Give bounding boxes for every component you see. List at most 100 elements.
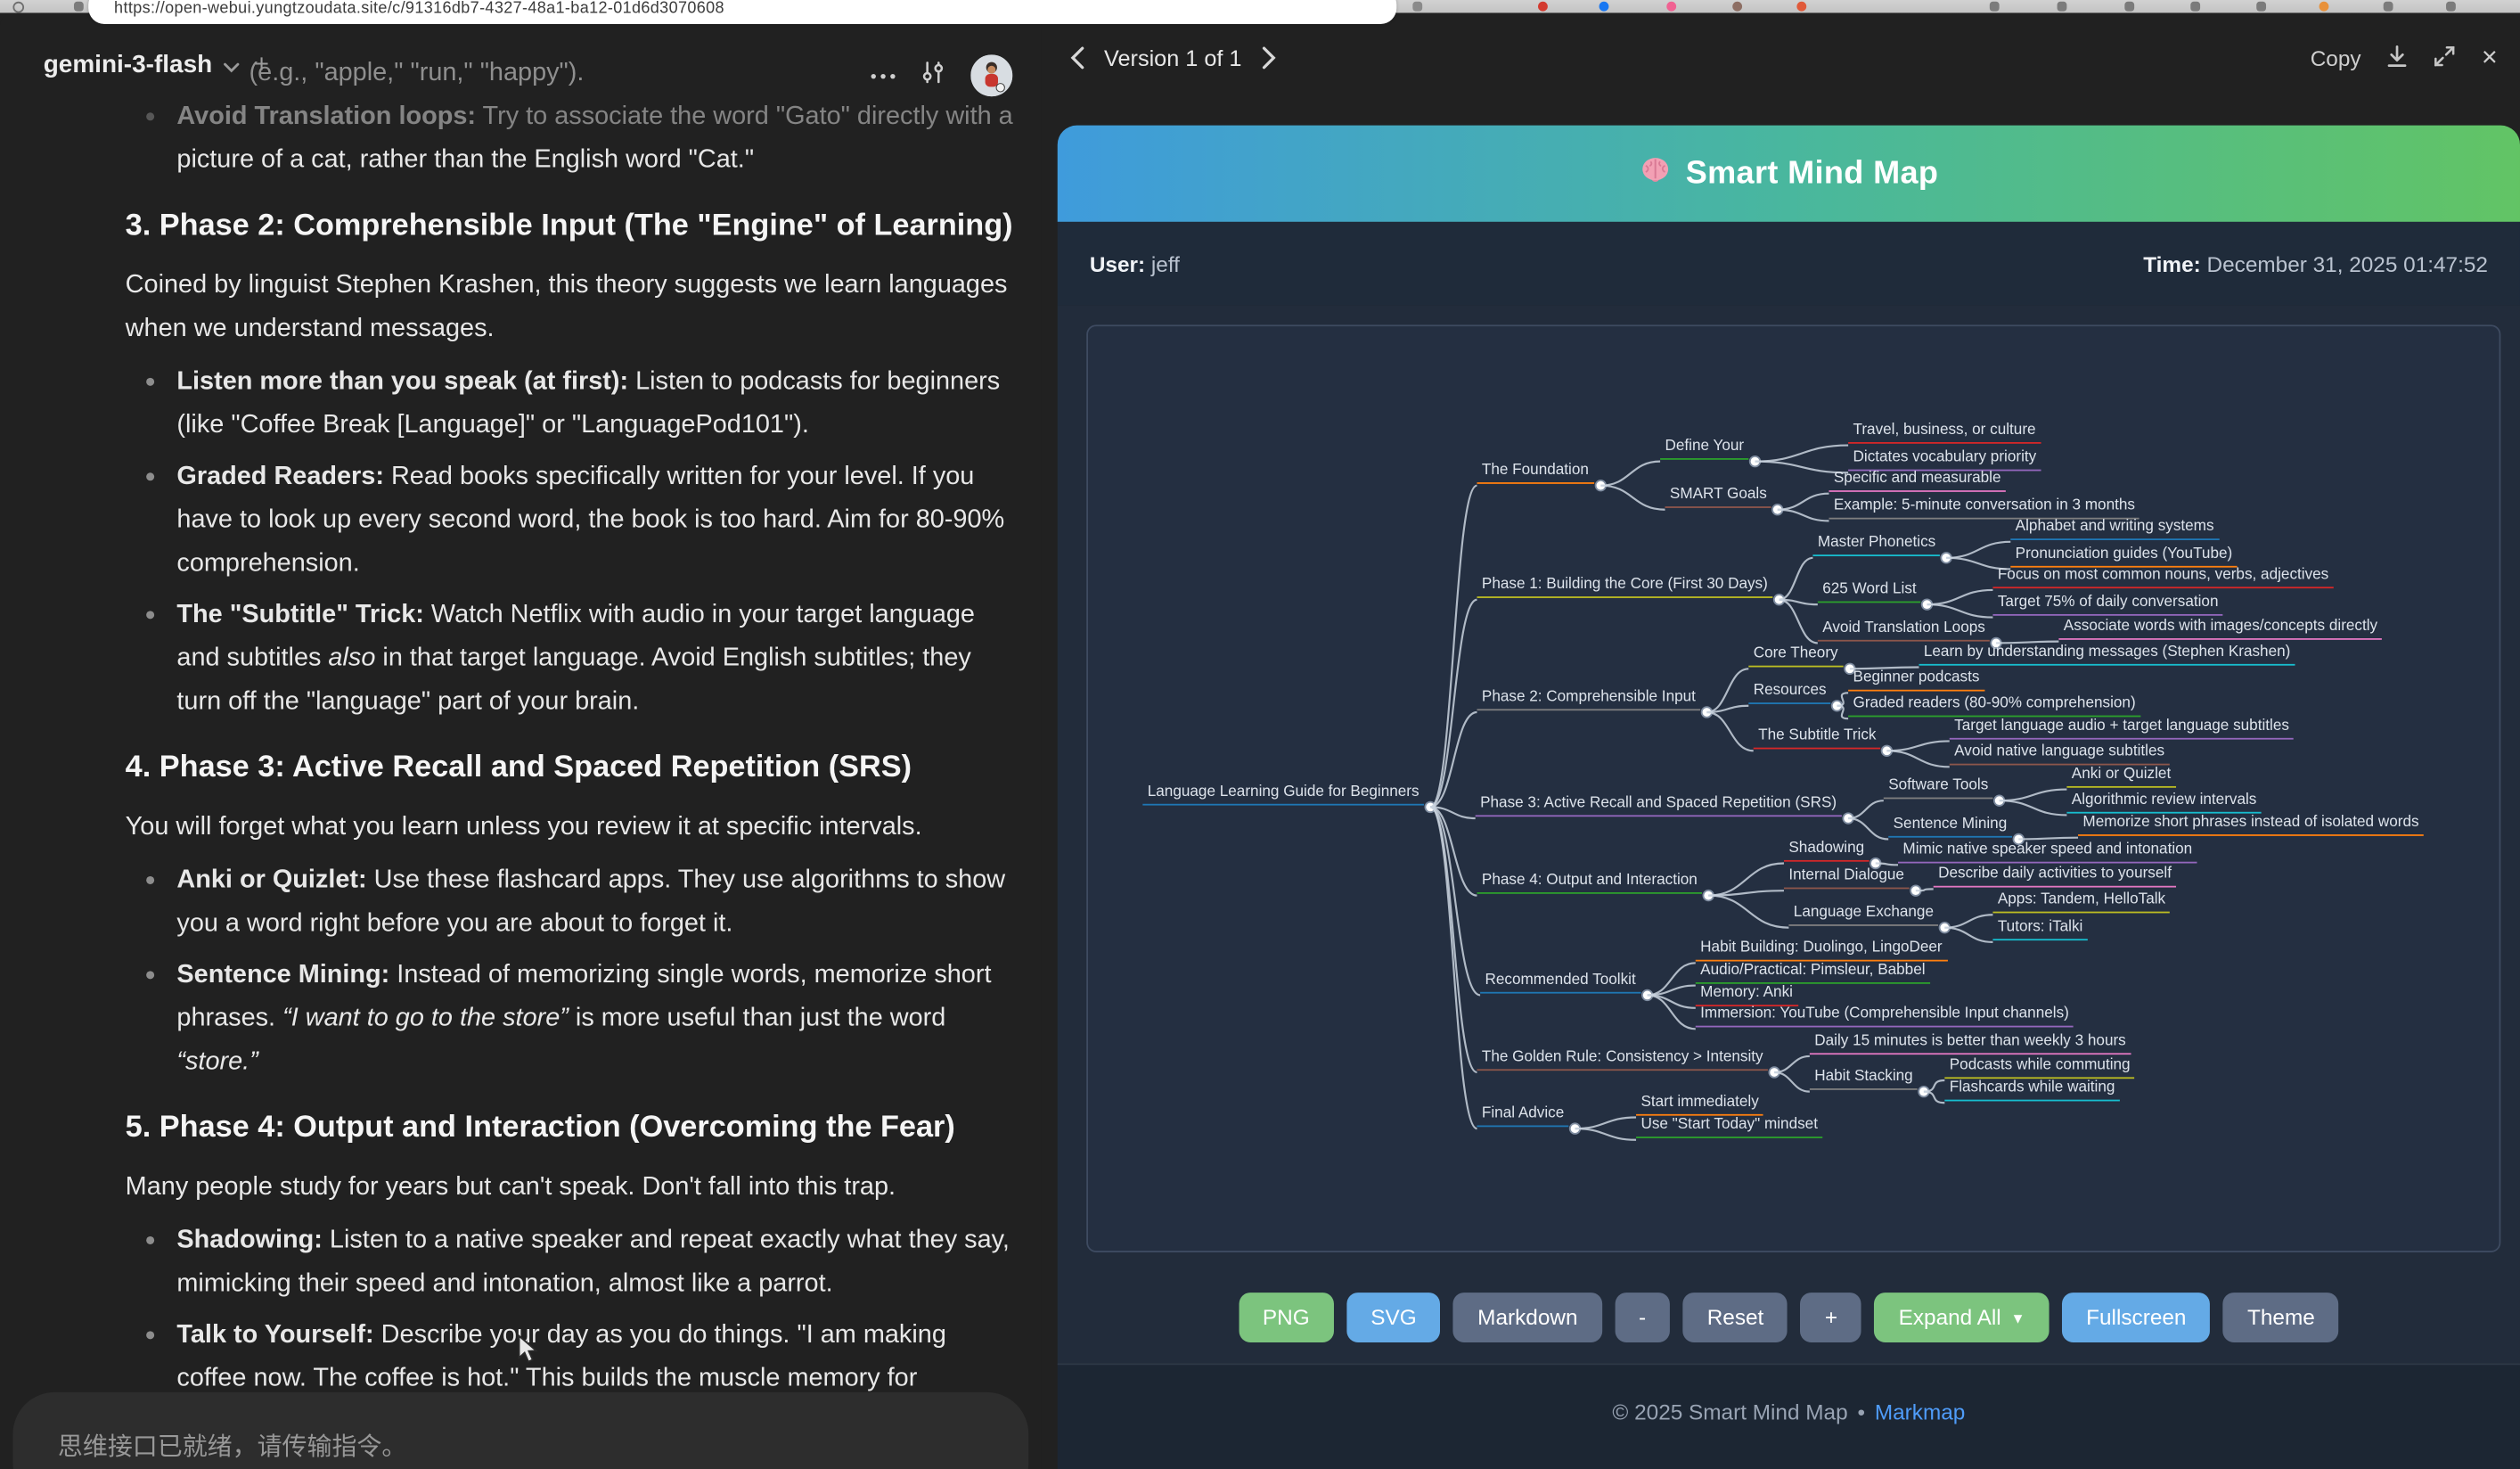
mindmap-node[interactable]: Beginner podcasts [1848,669,1984,691]
extension-icon-red[interactable] [1538,2,1548,12]
mindmap-node[interactable]: Memory: Anki [1696,984,1798,1006]
chat-controls-icon[interactable] [920,61,945,91]
extension-icon-orange[interactable] [1796,2,1806,12]
mindmap-node[interactable]: Shadowing [1784,839,1870,861]
prev-version-button[interactable] [1070,46,1084,69]
mindmap-node[interactable]: Describe daily activities to yourself [1934,865,2177,887]
download-icon[interactable] [2386,45,2407,72]
history-icon[interactable] [2124,2,2134,12]
mindmap-node[interactable]: Travel, business, or culture [1848,422,2041,444]
mindmap-node[interactable]: Memorize short phrases instead of isolat… [2078,814,2424,836]
mindmap-node[interactable]: Resources [1748,682,1831,704]
artifact-header: Version 1 of 1 Copy × [1042,12,2520,103]
mindmap-node[interactable]: The Subtitle Trick [1754,726,1881,749]
profile-avatar-icon[interactable] [2320,2,2329,12]
copy-button[interactable]: Copy [2311,45,2361,70]
new-chat-plus-icon[interactable]: + [254,52,269,80]
mindmap-node[interactable]: Flashcards while waiting [1944,1079,2120,1101]
mindmap-node[interactable]: Internal Dialogue [1784,866,1909,889]
markmap-link[interactable]: Markmap [1875,1400,1965,1424]
mindmap-node[interactable]: Avoid native language subtitles [1950,743,2170,765]
mindmap-node[interactable]: Alphabet and writing systems [2010,518,2219,540]
mindmap-node[interactable]: Graded readers (80-90% comprehension) [1848,694,2140,717]
mindmap-node[interactable]: Master Phonetics [1812,534,1940,556]
reload-icon[interactable] [12,2,24,13]
user-avatar[interactable] [970,54,1012,96]
mindmap-node[interactable]: Algorithmic review intervals [2066,791,2261,813]
mindmap-node[interactable]: Define Your [1660,438,1748,460]
markdown-button[interactable]: Markdown [1453,1293,1601,1342]
mindmap-node[interactable]: Focus on most common nouns, verbs, adjec… [1992,566,2333,588]
mindmap-node[interactable]: Habit Building: Duolingo, LingoDeer [1696,939,1947,961]
downloads-icon[interactable] [2058,2,2067,12]
mindmap-node[interactable]: Software Tools [1884,776,1993,799]
mindmap-node[interactable]: Use "Start Today" mindset [1636,1116,1822,1138]
mindmap-node[interactable]: Phase 2: Comprehensible Input [1477,688,1700,710]
apps-grid-icon[interactable] [2256,2,2266,12]
mindmap-node[interactable]: 625 Word List [1818,580,1921,603]
tab-overview-icon[interactable] [74,2,84,12]
close-icon[interactable]: × [2482,50,2498,66]
extension-icon-pink[interactable] [1666,2,1676,12]
model-selector[interactable]: gemini-3-flash + [44,52,269,80]
mindmap-node[interactable]: Final Advice [1477,1104,1568,1127]
mindmap-toolbar: PNGSVGMarkdown-Reset + Expand All▼Fullscre… [1058,1293,2520,1342]
chat-bullet: Shadowing: Listen to a native speaker an… [126,1219,1019,1305]
fullscreen-button[interactable]: Fullscreen [2062,1293,2210,1342]
--button[interactable]: + [1801,1293,1861,1342]
mindmap-node[interactable]: Associate words with images/concepts dir… [2058,618,2382,640]
mindmap-node[interactable]: Avoid Translation Loops [1818,619,1990,641]
menu-icon[interactable] [2446,2,2456,12]
mindmap-node[interactable]: Anki or Quizlet [2066,765,2175,787]
mindmap-node[interactable]: Phase 1: Building the Core (First 30 Day… [1477,576,1772,598]
bookmark-star-icon[interactable] [1412,2,1422,12]
mindmap-node[interactable]: Dictates vocabulary priority [1848,448,2041,471]
extension-icon-brown[interactable] [1732,2,1742,12]
mindmap-node[interactable]: Start immediately [1636,1093,1763,1115]
--button[interactable]: - [1615,1293,1670,1342]
mindmap-node[interactable]: Phase 4: Output and Interaction [1477,872,1702,894]
mindmap-node[interactable]: Specific and measurable [1829,470,2005,492]
mindmap-canvas[interactable]: Language Learning Guide for Beginners The… [1086,324,2500,1252]
mindmap-node[interactable]: Learn by understanding messages (Stephen… [1919,643,2295,665]
mindmap-node[interactable]: Target 75% of daily conversation [1992,594,2222,616]
mindmap-node[interactable]: The Foundation [1477,462,1593,484]
mindmap-node[interactable]: Podcasts while commuting [1944,1056,2135,1079]
chat-options-icon[interactable] [871,73,896,78]
chat-heading: 3. Phase 2: Comprehensible Input (The "E… [126,201,1019,250]
mindmap-node[interactable]: Daily 15 minutes is better than weekly 3… [1810,1032,2131,1055]
chat-para: You will forget what you learn unless yo… [126,806,1019,849]
settings-icon[interactable] [2384,2,2393,12]
reset-button[interactable]: Reset [1683,1293,1788,1342]
mindmap-node[interactable]: Habit Stacking [1810,1068,1918,1090]
mindmap-node[interactable]: Core Theory [1748,644,1843,667]
address-bar[interactable]: https://open-webui.yungtzoudata.site/c/9… [88,0,1396,24]
mindmap-node[interactable]: SMART Goals [1665,486,1771,508]
expand-all-button[interactable]: Expand All▼ [1875,1293,2050,1342]
mindmap-node[interactable]: Language Exchange [1788,904,1938,926]
mindmap-node[interactable]: Mimic native speaker speed and intonatio… [1898,841,2197,863]
chat-input[interactable]: 思维接口已就绪，请传输指令。 [12,1392,1028,1469]
theme-button[interactable]: Theme [2223,1293,2339,1342]
mindmap-card: Smart Mind Map User: jeff Time: December… [1058,126,2520,1469]
notifications-icon[interactable] [1990,2,2000,12]
mindmap-node[interactable]: Recommended Toolkit [1480,971,1640,993]
extension-icon-blue[interactable] [1600,2,1609,12]
mindmap-node[interactable]: Immersion: YouTube (Comprehensible Input… [1696,1005,2074,1027]
mindmap-node[interactable]: Tutors: iTalki [1992,918,2087,940]
svg-button[interactable]: SVG [1346,1293,1441,1342]
mindmap-node[interactable]: Target language audio + target language … [1950,717,2295,739]
png-button[interactable]: PNG [1239,1293,1334,1342]
mindmap-node[interactable]: Audio/Practical: Pimsleur, Babbel [1696,962,1930,984]
puzzle-extensions-icon[interactable] [2190,2,2200,12]
mindmap-node[interactable]: Example: 5-minute conversation in 3 mont… [1829,497,2140,519]
mindmap-node[interactable]: Phase 3: Active Recall and Spaced Repeti… [1476,794,1842,817]
mindmap-node[interactable]: The Golden Rule: Consistency > Intensity [1477,1048,1768,1071]
mindmap-node[interactable]: Apps: Tandem, HelloTalk [1992,890,2170,913]
fullscreen-expand-icon[interactable] [2434,45,2456,72]
mindmap-node[interactable]: Sentence Mining [1888,815,2011,837]
mindmap-node[interactable]: Language Learning Guide for Beginners [1142,783,1424,805]
url-text: https://open-webui.yungtzoudata.site/c/9… [88,0,724,24]
mindmap-node[interactable]: Pronunciation guides (YouTube) [2010,545,2237,567]
next-version-button[interactable] [1261,46,1275,69]
